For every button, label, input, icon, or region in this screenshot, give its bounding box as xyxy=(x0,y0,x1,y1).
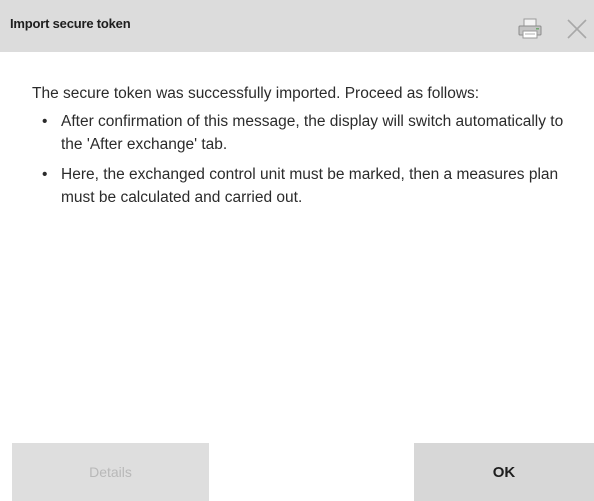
dialog-titlebar: Import secure token xyxy=(0,0,594,52)
dialog-title: Import secure token xyxy=(10,16,131,31)
instruction-text: After confirmation of this message, the … xyxy=(61,113,564,153)
message-intro: The secure token was successfully import… xyxy=(32,85,480,102)
printer-icon xyxy=(518,18,542,39)
ok-button[interactable]: OK xyxy=(414,443,594,501)
instruction-item: • Here, the exchanged control unit must … xyxy=(32,163,581,209)
close-icon xyxy=(567,19,587,39)
details-button[interactable]: Details xyxy=(12,443,209,501)
message-body: The secure token was successfully import… xyxy=(32,82,588,216)
bullet-icon: • xyxy=(42,166,48,183)
import-secure-token-dialog: Import secure token The secure token was… xyxy=(0,0,594,501)
print-button[interactable] xyxy=(515,17,545,41)
instruction-list: • After confirmation of this message, th… xyxy=(32,110,588,209)
instruction-text: Here, the exchanged control unit must be… xyxy=(61,166,559,206)
bullet-icon: • xyxy=(42,113,48,130)
instruction-item: • After confirmation of this message, th… xyxy=(32,110,581,156)
close-button[interactable] xyxy=(564,16,590,42)
